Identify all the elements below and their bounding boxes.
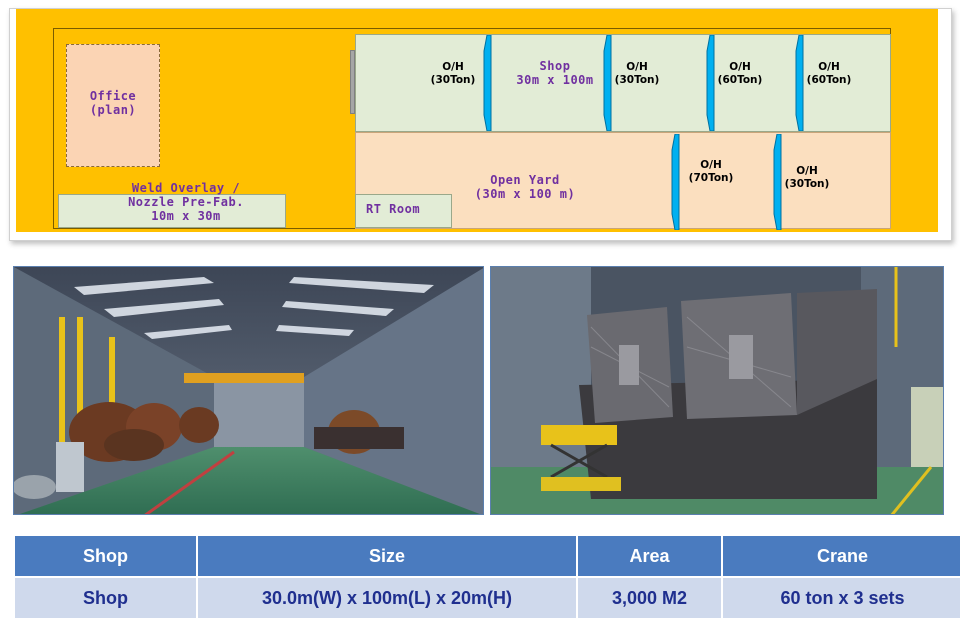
rt-room-label: RT Room: [366, 202, 421, 216]
header-size: Size: [198, 536, 576, 576]
cell-area: 3,000 M2: [578, 578, 721, 618]
cell-shop: Shop: [15, 578, 196, 618]
crane-label-2: O/H (30Ton): [614, 61, 660, 86]
header-shop: Shop: [15, 536, 196, 576]
cell-size: 30.0m(W) x 100m(L) x 20m(H): [198, 578, 576, 618]
crane-label-5: O/H (70Ton): [688, 159, 734, 184]
crane-label-1: O/H (30Ton): [430, 61, 476, 86]
cell-crane: 60 ton x 3 sets: [723, 578, 960, 618]
header-area: Area: [578, 536, 721, 576]
crane-label-3: O/H (60Ton): [717, 61, 763, 86]
shop-interior-photo: [13, 266, 484, 515]
table-row: Shop 30.0m(W) x 100m(L) x 20m(H) 3,000 M…: [15, 578, 960, 618]
shop-label: Shop 30m x 100m: [516, 59, 594, 87]
office-label: Office (plan): [89, 89, 137, 117]
fabricated-structure-photo: [490, 266, 944, 515]
crane-rail-5: [671, 134, 680, 230]
open-yard-label: Open Yard (30m x 100 m): [474, 173, 576, 201]
crane-label-6: O/H (30Ton): [784, 165, 830, 190]
table-header-row: Shop Size Area Crane: [15, 536, 960, 576]
crane-label-4: O/H (60Ton): [806, 61, 852, 86]
crane-rail-3: [706, 35, 715, 131]
crane-rail-1: [483, 35, 492, 131]
weld-overlay-label: Weld Overlay / Nozzle Pre-Fab. 10m x 30m: [128, 181, 244, 223]
shop-spec-table: Shop Size Area Crane Shop 30.0m(W) x 100…: [13, 534, 960, 620]
crane-rail-2: [603, 35, 612, 131]
shop-gate: [350, 50, 355, 114]
header-crane: Crane: [723, 536, 960, 576]
crane-rail-4: [795, 35, 804, 131]
